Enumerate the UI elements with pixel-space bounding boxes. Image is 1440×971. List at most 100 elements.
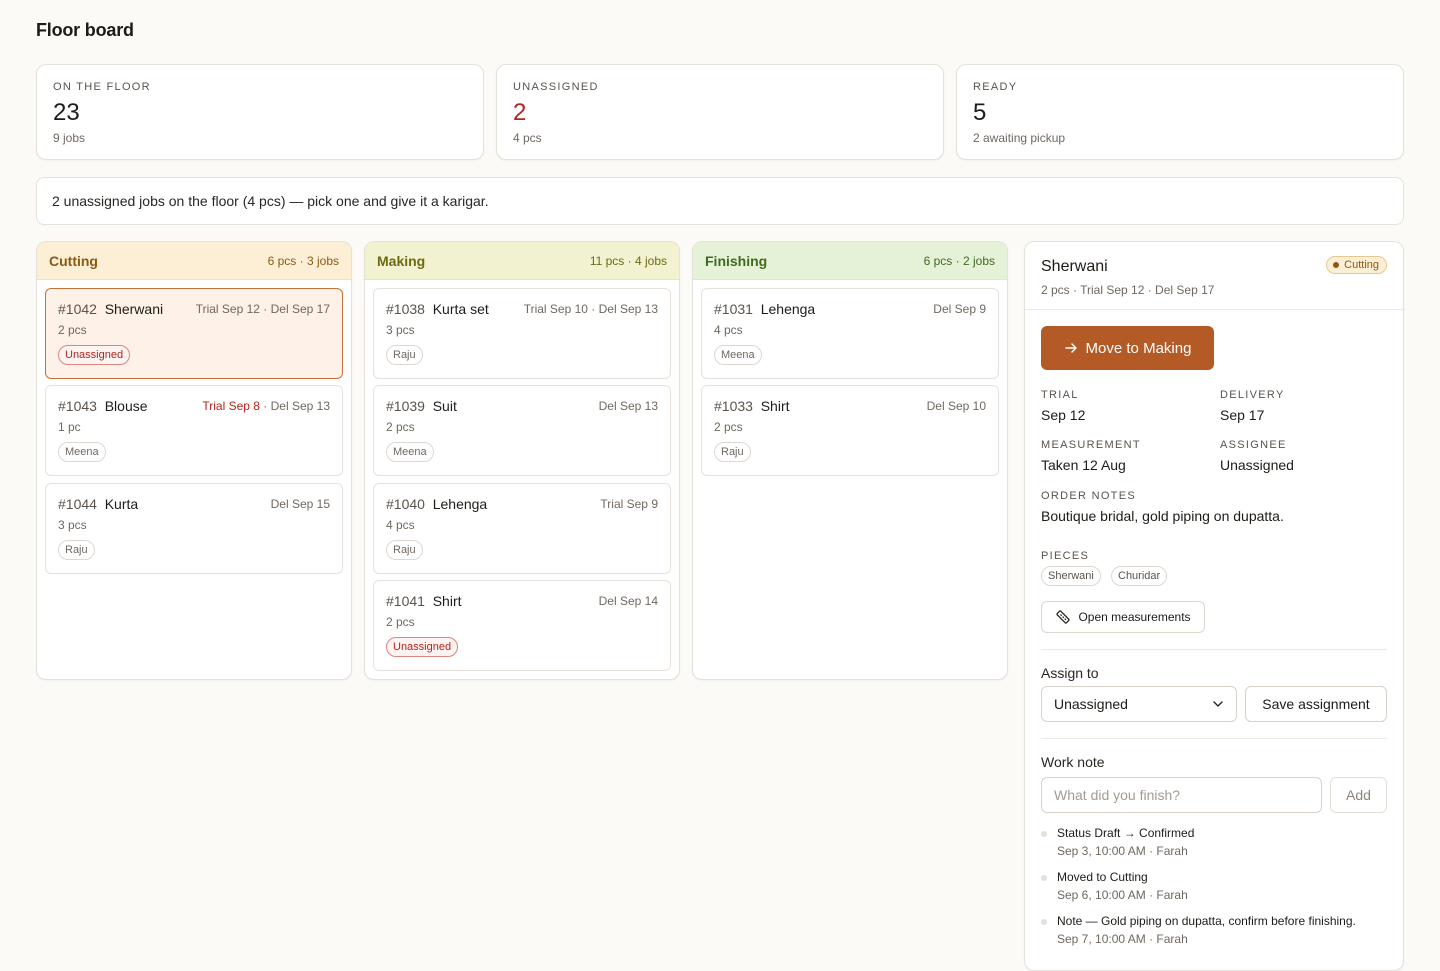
assignee-pill: Raju <box>714 442 751 462</box>
detail-header: Sherwani 2 pcs · Trial Sep 12 · Del Sep … <box>1025 242 1403 310</box>
piece-chip: Sherwani <box>1041 566 1101 586</box>
stat-value: 2 <box>513 99 527 126</box>
column-name: Making <box>377 252 426 269</box>
job-card-1041[interactable]: #1041 Shirt Del Sep 14 2 pcs Unassigned <box>373 580 671 671</box>
job-pcs: 2 pcs <box>386 420 415 434</box>
assignee-pill: Raju <box>386 345 423 365</box>
job-card-1040[interactable]: #1040 Lehenga Trial Sep 9 4 pcs Raju <box>373 483 671 574</box>
column-making: Making 11 pcs · 4 jobs #1038 Kurta set T… <box>364 241 680 680</box>
trial-label: TRIAL <box>1041 389 1079 401</box>
stat-sub: 2 awaiting pickup <box>973 131 1066 145</box>
job-card-1031[interactable]: #1031 Lehenga Del Sep 9 4 pcs Meena <box>701 288 999 379</box>
activity-item: Status Draft → Confirmed Sep 3, 10:00 AM… <box>1041 826 1391 858</box>
job-pcs: 3 pcs <box>58 518 87 532</box>
chevron-down-icon <box>1213 701 1223 707</box>
column-name: Cutting <box>49 252 98 269</box>
divider <box>1041 649 1387 650</box>
pieces-label: PIECES <box>1041 550 1090 562</box>
stat-on-the-floor: ON THE FLOOR 23 9 jobs <box>36 64 484 160</box>
assignee-pill: Unassigned <box>58 345 131 365</box>
job-card-1038[interactable]: #1038 Kurta set Trial Sep 10 · Del Sep 1… <box>373 288 671 379</box>
job-dates: Del Sep 15 <box>270 497 330 511</box>
detail-subtitle: 2 pcs · Trial Sep 12 · Del Sep 17 <box>1041 283 1215 297</box>
job-pcs: 2 pcs <box>714 420 743 434</box>
job-dates: Trial Sep 10 · Del Sep 13 <box>523 302 658 316</box>
job-title: #1044 Kurta <box>58 496 139 512</box>
stat-label: ON THE FLOOR <box>53 81 151 93</box>
stat-sub: 4 pcs <box>513 131 542 145</box>
add-note-button[interactable]: Add <box>1330 777 1387 813</box>
measurement-value: Taken 12 Aug <box>1041 457 1126 473</box>
job-title: #1038 Kurta set <box>386 301 489 317</box>
assignee-pill: Meena <box>714 345 762 365</box>
job-pcs: 2 pcs <box>58 323 87 337</box>
bullet-icon <box>1041 831 1047 837</box>
column-meta: 11 pcs · 4 jobs <box>589 253 667 268</box>
order-notes-value: Boutique bridal, gold piping on dupatta. <box>1041 508 1284 524</box>
unassigned-banner: 2 unassigned jobs on the floor (4 pcs) —… <box>36 177 1404 225</box>
assignee-label: ASSIGNEE <box>1220 439 1287 451</box>
column-name: Finishing <box>705 252 768 269</box>
stat-ready: READY 5 2 awaiting pickup <box>956 64 1404 160</box>
stat-value: 5 <box>973 99 987 126</box>
save-assignment-button[interactable]: Save assignment <box>1245 686 1387 722</box>
job-pcs: 3 pcs <box>386 323 415 337</box>
stat-sub: 9 jobs <box>53 131 86 145</box>
delivery-label: DELIVERY <box>1220 389 1285 401</box>
stat-label: READY <box>973 81 1018 93</box>
job-dates: Del Sep 9 <box>933 302 986 316</box>
job-card-1044[interactable]: #1044 Kurta Del Sep 15 3 pcs Raju <box>45 483 343 574</box>
column-meta: 6 pcs · 3 jobs <box>267 253 339 268</box>
activity-item: Note — Gold piping on dupatta, confirm b… <box>1041 914 1391 946</box>
piece-chip: Churidar <box>1111 566 1168 586</box>
assignee-value: Unassigned <box>1220 457 1294 473</box>
status-dot-icon <box>1333 262 1340 268</box>
job-title: #1039 Suit <box>386 398 457 414</box>
divider <box>1041 738 1387 739</box>
bullet-icon <box>1041 875 1047 881</box>
column-header: Cutting 6 pcs · 3 jobs <box>37 242 351 280</box>
assignee-pill: Unassigned <box>386 637 459 657</box>
column-header: Making 11 pcs · 4 jobs <box>365 242 679 280</box>
bullet-icon <box>1041 919 1047 925</box>
banner-text: 2 unassigned jobs on the floor (4 pcs) —… <box>52 193 489 209</box>
job-card-1042[interactable]: #1042 Sherwani Trial Sep 12 · Del Sep 17… <box>45 288 343 379</box>
stat-label: UNASSIGNED <box>513 81 599 93</box>
assignee-pill: Raju <box>386 540 423 560</box>
assignee-pill: Meena <box>386 442 434 462</box>
job-dates: Trial Sep 12 · Del Sep 17 <box>195 302 330 316</box>
delivery-value: Sep 17 <box>1220 407 1265 423</box>
column-cutting: Cutting 6 pcs · 3 jobs #1042 Sherwani Tr… <box>36 241 352 680</box>
job-detail-panel: Sherwani 2 pcs · Trial Sep 12 · Del Sep … <box>1024 241 1404 971</box>
job-pcs: 1 pc <box>58 420 81 434</box>
arrow-right-icon <box>1064 343 1077 353</box>
move-to-making-button[interactable]: Move to Making <box>1041 326 1214 370</box>
assignee-select[interactable]: Unassigned <box>1041 686 1237 722</box>
open-measurements-button[interactable]: Open measurements <box>1041 601 1205 633</box>
job-title: #1041 Shirt <box>386 593 462 609</box>
job-dates: Trial Sep 8 · Del Sep 13 <box>202 399 330 413</box>
job-card-1043[interactable]: #1043 Blouse Trial Sep 8 · Del Sep 13 1 … <box>45 385 343 476</box>
order-notes-label: ORDER NOTES <box>1041 490 1136 502</box>
ruler-icon <box>1056 610 1071 624</box>
stat-unassigned: UNASSIGNED 2 4 pcs <box>496 64 944 160</box>
assignee-pill: Meena <box>58 442 106 462</box>
job-dates: Trial Sep 9 <box>600 497 658 511</box>
job-title: #1040 Lehenga <box>386 496 488 512</box>
work-note-input[interactable] <box>1041 777 1322 813</box>
column-finishing: Finishing 6 pcs · 2 jobs #1031 Lehenga D… <box>692 241 1008 680</box>
job-card-1039[interactable]: #1039 Suit Del Sep 13 2 pcs Meena <box>373 385 671 476</box>
measurement-label: MEASUREMENT <box>1041 439 1141 451</box>
job-pcs: 4 pcs <box>714 323 743 337</box>
job-title: #1043 Blouse <box>58 398 148 414</box>
job-card-1033[interactable]: #1033 Shirt Del Sep 10 2 pcs Raju <box>701 385 999 476</box>
job-title: #1042 Sherwani <box>58 301 164 317</box>
assignee-pill: Raju <box>58 540 95 560</box>
job-dates: Del Sep 13 <box>598 399 658 413</box>
trial-value: Sep 12 <box>1041 407 1086 423</box>
column-header: Finishing 6 pcs · 2 jobs <box>693 242 1007 280</box>
activity-item: Moved to Cutting Sep 6, 10:00 AM · Farah <box>1041 870 1391 902</box>
job-title: #1031 Lehenga <box>714 301 816 317</box>
page-title: Floor board <box>36 20 134 40</box>
work-note-label: Work note <box>1041 754 1105 770</box>
